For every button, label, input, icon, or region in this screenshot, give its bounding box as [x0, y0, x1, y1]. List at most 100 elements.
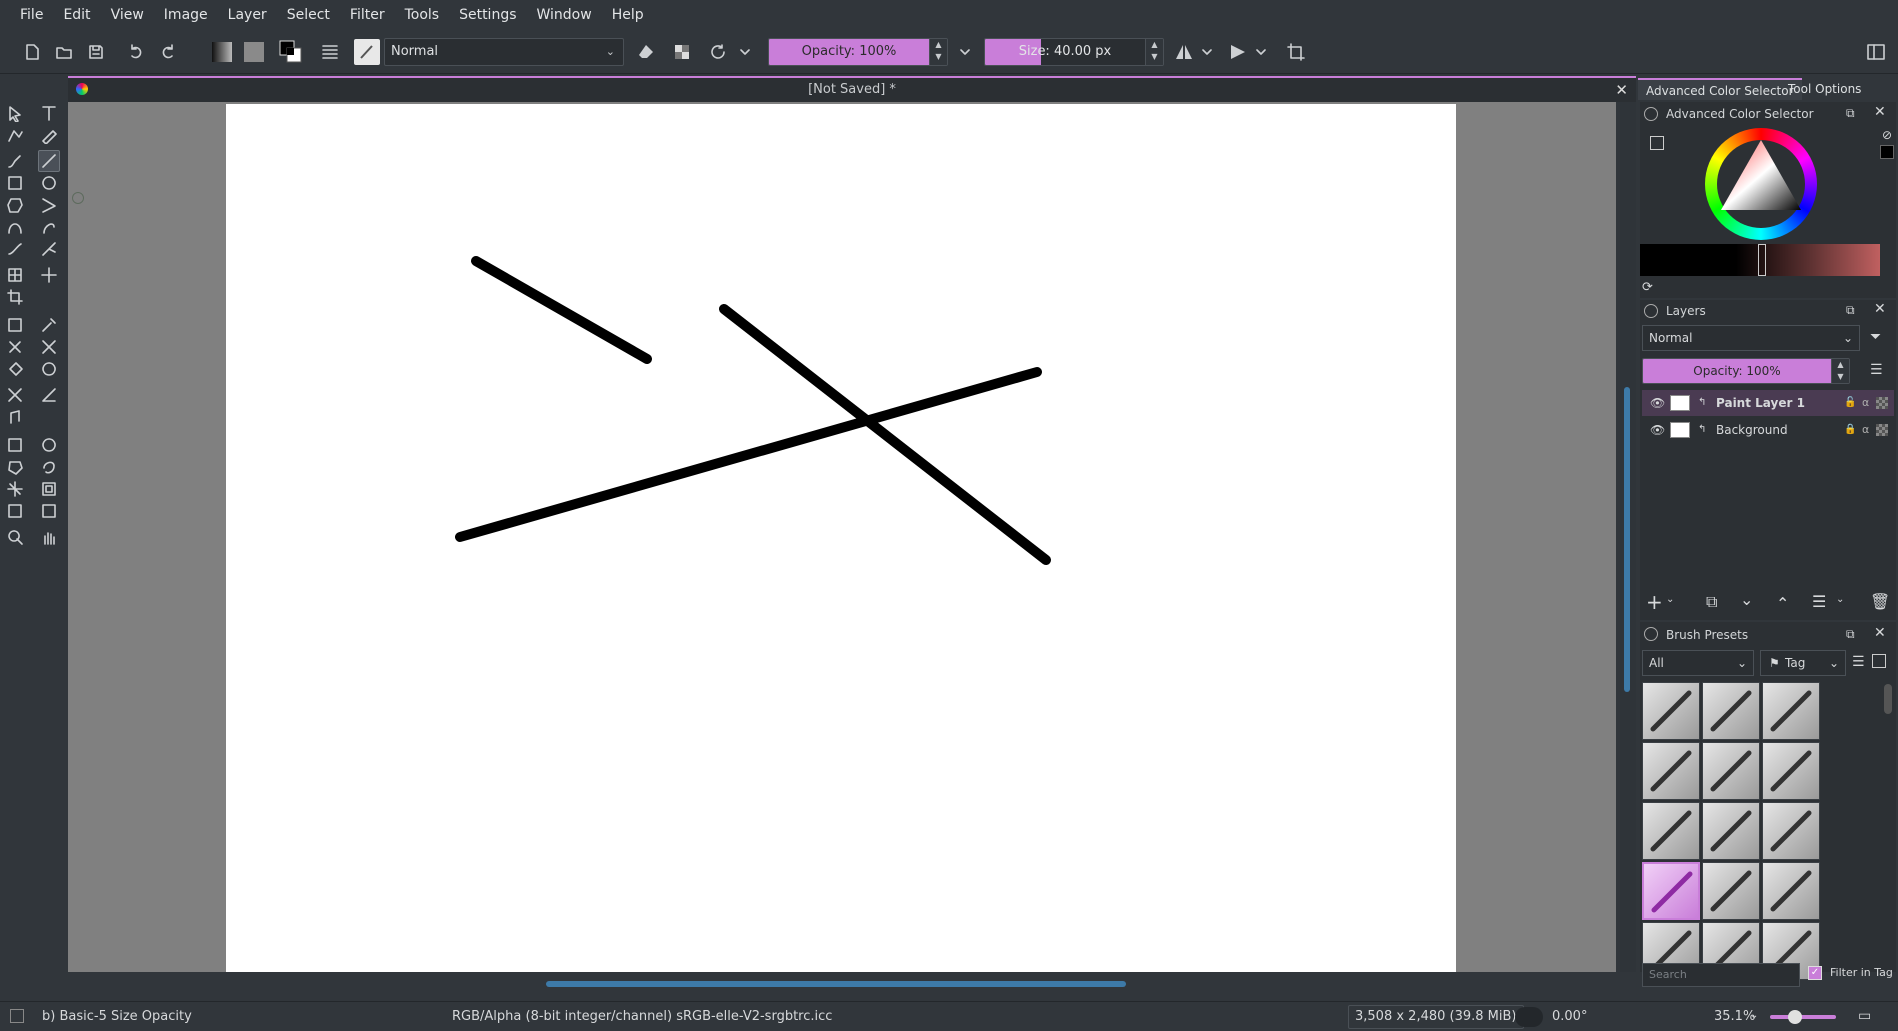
- menu-edit[interactable]: Edit: [53, 0, 100, 30]
- zoom-slider-handle[interactable]: [1788, 1010, 1802, 1024]
- layer-row[interactable]: 👁 ↰ Paint Layer 1 🔓 α: [1642, 390, 1894, 416]
- calligraphy-tool-icon[interactable]: [38, 124, 60, 146]
- polyline-tool-icon[interactable]: [38, 194, 60, 216]
- similar-color-selection-tool-icon[interactable]: [38, 478, 60, 500]
- chevron-down-icon[interactable]: [1200, 40, 1214, 64]
- menu-layer[interactable]: Layer: [218, 0, 277, 30]
- canvas-paper[interactable]: [226, 104, 1456, 972]
- brush-preset-item[interactable]: [1642, 742, 1700, 800]
- save-icon[interactable]: [84, 40, 108, 64]
- brush-preset-item[interactable]: [1762, 862, 1820, 920]
- move-layer-down-icon[interactable]: ⌄: [1740, 590, 1753, 609]
- brush-settings-icon[interactable]: [318, 40, 342, 64]
- duplicate-layer-icon[interactable]: ⧉: [1706, 592, 1717, 612]
- inherit-alpha-icon[interactable]: [1876, 397, 1888, 409]
- redo-icon[interactable]: [156, 40, 180, 64]
- zoom-slider[interactable]: [1770, 1010, 1836, 1024]
- reference-images-tool-icon[interactable]: [4, 406, 26, 428]
- select-shape-tool-icon[interactable]: [4, 102, 26, 124]
- opacity-spin-buttons[interactable]: ▲ ▼: [929, 39, 947, 65]
- alpha-icon[interactable]: α: [1862, 417, 1869, 443]
- enclose-fill-tool-icon[interactable]: [38, 358, 60, 380]
- freehand-selection-tool-icon[interactable]: [38, 456, 60, 478]
- line-tool-icon[interactable]: [38, 150, 60, 172]
- lock-icon[interactable]: [1644, 107, 1658, 121]
- brush-preset-item[interactable]: [1702, 742, 1760, 800]
- brush-filter-select[interactable]: All ⌄: [1642, 650, 1754, 676]
- pan-tool-icon[interactable]: [38, 526, 60, 548]
- layer-opacity-slider[interactable]: Opacity: 100% ▲ ▼: [1642, 358, 1850, 384]
- filter-in-tag-checkbox[interactable]: ✓: [1808, 966, 1822, 980]
- text-tool-icon[interactable]: [38, 102, 60, 124]
- ellipse-tool-icon[interactable]: [38, 172, 60, 194]
- gradient-tool-icon[interactable]: [4, 314, 26, 336]
- horizontal-scrollbar-thumb[interactable]: [546, 981, 1126, 987]
- brush-preset-item[interactable]: [1642, 682, 1700, 740]
- brush-preset-item[interactable]: [1762, 682, 1820, 740]
- menu-filter[interactable]: Filter: [340, 0, 395, 30]
- multibrush-tool-icon[interactable]: [38, 238, 60, 260]
- bezier-tool-icon[interactable]: [4, 216, 26, 238]
- magnetic-selection-tool-icon[interactable]: [38, 500, 60, 522]
- alpha-lock-icon[interactable]: [670, 40, 694, 64]
- vertical-scrollbar[interactable]: [1620, 102, 1636, 972]
- lock-icon[interactable]: 🔒: [1844, 417, 1856, 443]
- fullscreen-icon[interactable]: ▭: [1858, 1008, 1871, 1024]
- menu-window[interactable]: Window: [527, 0, 602, 30]
- menu-icon[interactable]: ☰: [1870, 362, 1883, 378]
- brush-preset-item[interactable]: [1762, 802, 1820, 860]
- open-icon[interactable]: [52, 40, 76, 64]
- rotation-dial-icon[interactable]: [1515, 1007, 1543, 1027]
- transform-tool-icon[interactable]: [4, 264, 26, 286]
- horizontal-scrollbar[interactable]: [68, 972, 1636, 996]
- size-slider[interactable]: Size: 40.00 px ▲ ▼: [984, 38, 1164, 66]
- float-icon[interactable]: ⧉: [1846, 106, 1855, 121]
- brush-preset-item[interactable]: [1642, 802, 1700, 860]
- brush-tag-select[interactable]: ⚑ Tag ⌄: [1760, 650, 1846, 676]
- menu-tools[interactable]: Tools: [395, 0, 450, 30]
- brush-preset-item[interactable]: [1642, 862, 1700, 920]
- smart-patch-tool-icon[interactable]: [38, 336, 60, 358]
- status-image-size[interactable]: 3,508 x 2,480 (39.8 MiB): [1348, 1005, 1524, 1029]
- chevron-down-icon[interactable]: [738, 40, 752, 64]
- refresh-icon[interactable]: ⟳: [1642, 280, 1653, 295]
- colorize-mask-tool-icon[interactable]: [4, 336, 26, 358]
- color-swap-icon[interactable]: [278, 40, 302, 64]
- color-picker-tool-icon[interactable]: [38, 314, 60, 336]
- mirror-horizontal-icon[interactable]: [1172, 40, 1196, 64]
- contiguous-selection-tool-icon[interactable]: [4, 478, 26, 500]
- chevron-down-icon[interactable]: ⌄: [1750, 1010, 1758, 1021]
- move-layer-up-icon[interactable]: ⌃: [1776, 594, 1789, 613]
- brush-preset-item[interactable]: [1762, 742, 1820, 800]
- blend-mode-select[interactable]: Normal ⌄: [384, 38, 624, 66]
- size-spin-buttons[interactable]: ▲ ▼: [1145, 39, 1163, 65]
- wrap-around-icon[interactable]: [1284, 40, 1308, 64]
- new-document-icon[interactable]: [20, 40, 44, 64]
- current-color-swatch[interactable]: [1880, 145, 1894, 159]
- polygon-tool-icon[interactable]: [4, 194, 26, 216]
- brush-preset-icon[interactable]: [354, 39, 380, 65]
- mirror-vertical-icon[interactable]: [1226, 40, 1250, 64]
- hue-ring[interactable]: [1705, 128, 1817, 240]
- float-icon[interactable]: ⧉: [1846, 303, 1855, 318]
- add-layer-icon[interactable]: +: [1646, 590, 1663, 614]
- close-icon[interactable]: ✕: [1615, 81, 1628, 99]
- menu-image[interactable]: Image: [154, 0, 218, 30]
- document-tab[interactable]: [Not Saved] * ✕: [68, 76, 1636, 102]
- freehand-path-tool-icon[interactable]: [38, 216, 60, 238]
- layer-row[interactable]: 👁 ↰ Background 🔒 α: [1642, 417, 1894, 443]
- workspace-icon[interactable]: [1864, 40, 1888, 64]
- move-tool-icon[interactable]: [38, 264, 60, 286]
- float-icon[interactable]: ⧉: [1846, 627, 1855, 642]
- inherit-alpha-icon[interactable]: [1876, 424, 1888, 436]
- measure-tool-icon[interactable]: [38, 384, 60, 406]
- close-icon[interactable]: ✕: [1874, 301, 1886, 317]
- close-icon[interactable]: ✕: [1874, 625, 1886, 641]
- undo-icon[interactable]: [124, 40, 148, 64]
- no-color-icon[interactable]: ⊘: [1882, 128, 1892, 142]
- menu-settings[interactable]: Settings: [449, 0, 526, 30]
- visibility-eye-icon[interactable]: 👁: [1650, 417, 1665, 443]
- rectangular-selection-tool-icon[interactable]: [4, 434, 26, 456]
- chevron-down-icon[interactable]: ⌄: [1836, 594, 1844, 605]
- freehand-brush-tool-icon[interactable]: [4, 150, 26, 172]
